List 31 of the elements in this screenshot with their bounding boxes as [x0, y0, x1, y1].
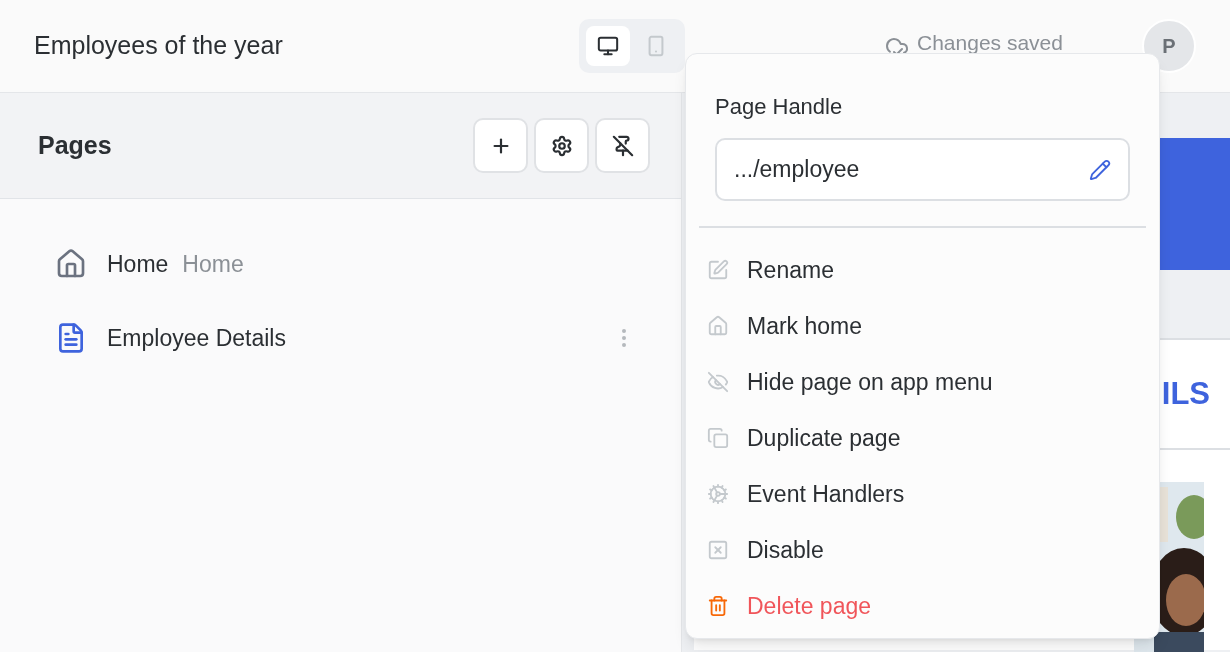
pencil-square-icon	[707, 259, 729, 281]
app-title: Employees of the year	[34, 30, 284, 62]
page-item[interactable]: Home Home	[55, 232, 626, 296]
field-label: Page Handle	[715, 93, 844, 121]
pin-off-icon	[611, 134, 634, 157]
unpin-button[interactable]	[595, 118, 650, 173]
menu-item[interactable]: Duplicate page	[699, 410, 1146, 466]
page-name: Employee Details	[107, 323, 286, 353]
handle-field[interactable]: .../employee	[715, 138, 1130, 201]
monitor-icon	[597, 35, 619, 57]
menu-item[interactable]: Rename	[699, 242, 1146, 298]
house-icon	[707, 315, 729, 337]
canvas-heading: ILS	[1161, 374, 1210, 413]
menu-item[interactable]: Hide page on app menu	[699, 354, 1146, 410]
page-item[interactable]: Employee Details	[55, 306, 626, 370]
edit-icon[interactable]	[1089, 158, 1111, 181]
page-name: Home	[107, 249, 169, 279]
save-status: Changes saved	[917, 30, 1063, 57]
square-x-icon	[707, 539, 729, 561]
panel-title: Pages	[38, 129, 112, 161]
eye-off-icon	[707, 371, 729, 393]
home-tag: Home	[182, 246, 244, 282]
settings-button[interactable]	[534, 118, 589, 173]
menu-item[interactable]: Event Handlers	[699, 466, 1146, 522]
desktop-view-button[interactable]	[586, 26, 630, 66]
menu-item[interactable]: Mark home	[699, 298, 1146, 354]
gear-icon	[707, 483, 729, 505]
menu-item[interactable]: Disable	[699, 522, 1146, 578]
trash-icon	[707, 595, 729, 617]
settings-icon	[550, 134, 573, 157]
copy-icon	[707, 427, 729, 449]
